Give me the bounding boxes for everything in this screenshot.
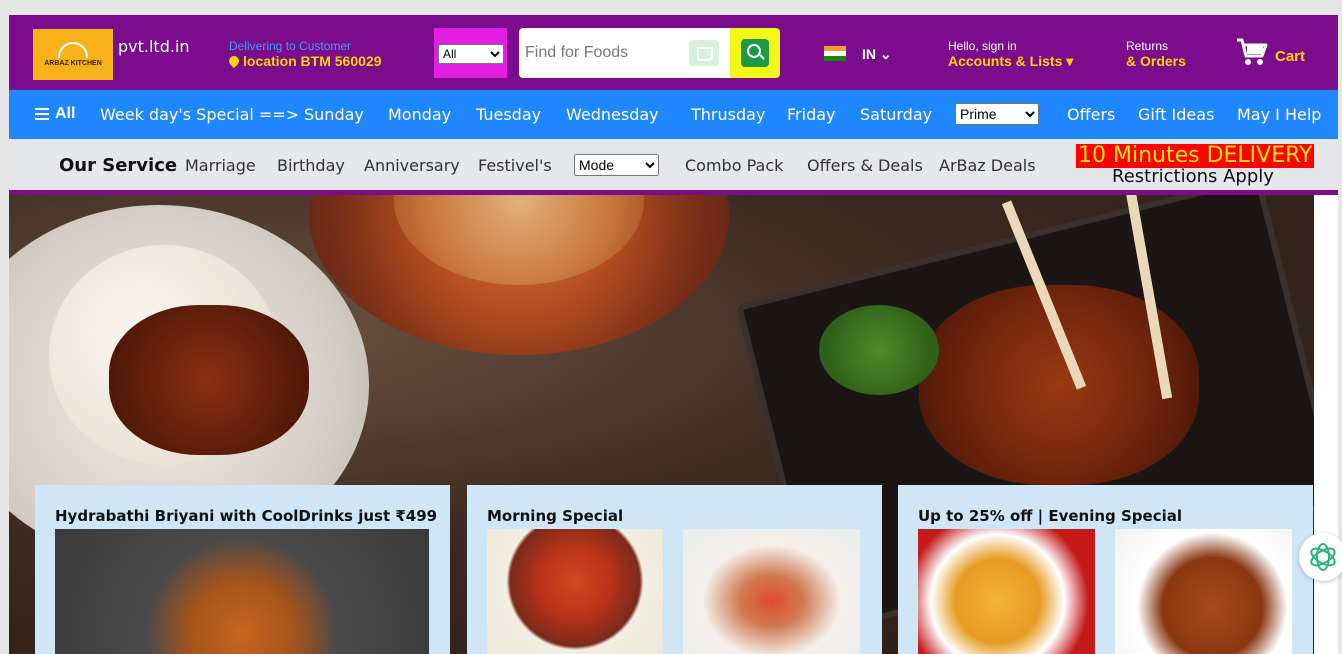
hero-banner: Hydrabathi Briyani with CoolDrinks just … — [9, 195, 1314, 654]
cloche-icon — [58, 42, 88, 58]
curry-image[interactable] — [487, 529, 663, 654]
returns-orders-link[interactable]: Returns & Orders — [1126, 39, 1186, 69]
assistant-icon — [1310, 543, 1336, 571]
search-input[interactable] — [525, 40, 685, 66]
nav-wednesday[interactable]: Wednesday — [566, 105, 659, 124]
account-menu[interactable]: Hello, sign in Accounts & Lists ▾ — [948, 39, 1073, 70]
offer-card-biryani[interactable]: Hydrabathi Briyani with CoolDrinks just … — [35, 485, 450, 654]
our-service-title: Our Service — [59, 155, 178, 176]
account-lists: Accounts & Lists ▾ — [948, 53, 1074, 69]
nav-sunday[interactable]: Sunday — [304, 105, 364, 124]
search-box — [519, 28, 730, 78]
account-greeting: Hello, sign in — [948, 39, 1017, 53]
restrictions-note: Restrictions Apply — [1112, 166, 1274, 187]
days-navbar: All Week day's Special ==> Sunday Monday… — [9, 90, 1338, 139]
nav-may-i-help[interactable]: May I Help — [1237, 105, 1321, 124]
service-marriage[interactable]: Marriage — [185, 156, 256, 175]
nav-friday[interactable]: Friday — [787, 105, 836, 124]
search-button[interactable] — [730, 28, 780, 78]
cup-icon — [689, 40, 719, 66]
nav-gift-ideas[interactable]: Gift Ideas — [1138, 105, 1214, 124]
salad-image[interactable] — [683, 529, 860, 654]
service-anniversary[interactable]: Anniversary — [364, 156, 460, 175]
nav-saturday[interactable]: Saturday — [860, 105, 932, 124]
hamburger-menu-icon[interactable] — [35, 108, 49, 120]
search-icon — [741, 39, 769, 67]
language-code: IN — [862, 46, 876, 62]
offer-card-morning[interactable]: Morning Special — [467, 485, 882, 654]
location-pin-icon — [226, 53, 242, 69]
nav-monday[interactable]: Monday — [388, 105, 451, 124]
category-select[interactable]: All — [438, 44, 504, 64]
india-flag-icon[interactable] — [824, 46, 846, 61]
logo-text: ARBAZ KITCHEN — [44, 60, 102, 67]
top-navbar: ARBAZ KITCHEN pvt.ltd.in Delivering to C… — [9, 15, 1338, 90]
nav-offers[interactable]: Offers — [1067, 105, 1115, 124]
card-title: Hydrabathi Briyani with CoolDrinks just … — [55, 507, 438, 525]
page-frame: ARBAZ KITCHEN pvt.ltd.in Delivering to C… — [9, 15, 1338, 654]
chevron-down-icon: ⌄ — [879, 46, 892, 62]
brand-domain[interactable]: pvt.ltd.in — [118, 37, 190, 56]
cart-label[interactable]: Cart — [1275, 48, 1305, 65]
nav-weekday-special[interactable]: Week day's Special ==> — [100, 105, 299, 124]
delivery-location[interactable]: Delivering to Customer location BTM 5600… — [226, 39, 382, 69]
prime-select[interactable]: Prime — [955, 103, 1039, 125]
delivery-line1: Delivering to Customer — [229, 39, 352, 53]
mode-select[interactable]: Mode — [574, 154, 659, 176]
returns-label: Returns — [1126, 39, 1169, 53]
delivery-promo-banner[interactable]: 10 Minutes DELIVERY — [1076, 144, 1315, 168]
service-festivels[interactable]: Festivel's — [478, 156, 552, 175]
fries-image[interactable] — [918, 529, 1095, 654]
offer-card-evening[interactable]: Up to 25% off | Evening Special — [898, 485, 1313, 654]
card-title: Morning Special — [487, 507, 624, 525]
service-combo-pack[interactable]: Combo Pack — [685, 156, 783, 175]
delivery-location-text: location BTM 560029 — [243, 53, 382, 69]
nav-all[interactable]: All — [55, 105, 75, 123]
assistant-bubble[interactable] — [1299, 533, 1342, 581]
orders-label: & Orders — [1126, 53, 1186, 69]
brand-logo[interactable]: ARBAZ KITCHEN — [33, 29, 113, 80]
service-arbaz-deals[interactable]: ArBaz Deals — [939, 156, 1036, 175]
service-birthday[interactable]: Birthday — [277, 156, 345, 175]
caret-down-icon: ▾ — [1062, 53, 1074, 69]
delivery-line2: location BTM 560029 — [226, 53, 382, 69]
nav-thursday[interactable]: Thrusday — [691, 105, 765, 124]
card-title: Up to 25% off | Evening Special — [918, 507, 1183, 525]
service-offers-deals[interactable]: Offers & Deals — [807, 156, 923, 175]
fried-chicken-image[interactable] — [1115, 529, 1292, 654]
nav-tuesday[interactable]: Tuesday — [476, 105, 541, 124]
language-selector[interactable]: IN ⌄ — [862, 46, 892, 63]
biryani-image[interactable] — [55, 529, 429, 654]
cart-icon[interactable] — [1235, 37, 1269, 67]
